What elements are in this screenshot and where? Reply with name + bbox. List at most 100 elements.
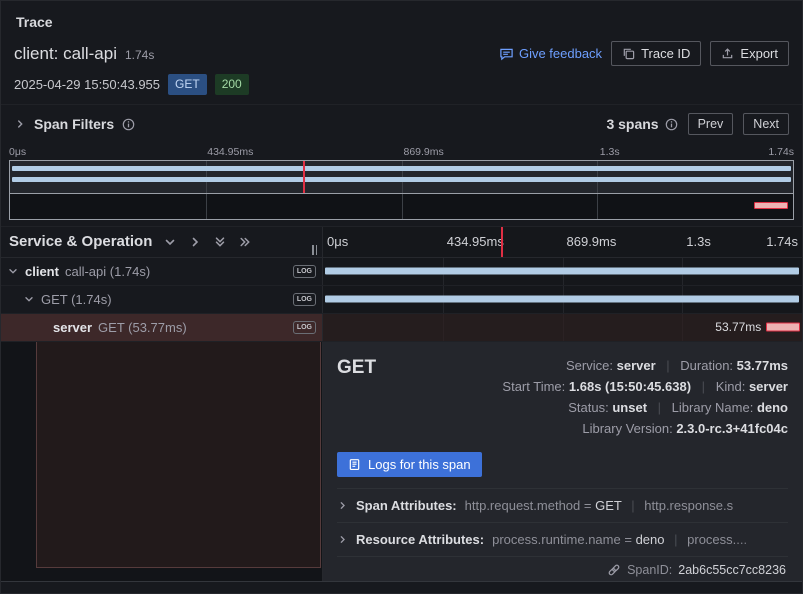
span-bar-client[interactable] bbox=[325, 268, 799, 275]
timeline-cursor[interactable] bbox=[303, 161, 305, 193]
meta-label: Library Name: bbox=[672, 400, 754, 415]
meta-label: Kind: bbox=[716, 379, 746, 394]
resource-attributes-preview: process.runtime.name = deno | process...… bbox=[492, 532, 788, 547]
service-operation-label: Service & Operation bbox=[9, 233, 152, 250]
divider: | bbox=[658, 400, 661, 415]
span-count-label: 3 spans bbox=[606, 116, 658, 132]
export-arrow-icon bbox=[721, 47, 734, 60]
trace-title: client: call-api bbox=[14, 44, 117, 64]
prev-span-button[interactable]: Prev bbox=[688, 113, 734, 135]
trace-id-label: Trace ID bbox=[641, 46, 690, 61]
tick-label: 1.74s bbox=[768, 146, 794, 158]
log-badge[interactable]: LOG bbox=[293, 265, 316, 278]
span-row-get[interactable]: GET (1.74s) LOG bbox=[1, 286, 802, 314]
span-timeline-cell[interactable] bbox=[323, 258, 802, 285]
span-id-label: SpanID: bbox=[627, 563, 672, 577]
tick-label: 434.95ms bbox=[205, 146, 253, 158]
span-id-value: 2ab6c55cc7cc8236 bbox=[678, 563, 786, 577]
chevron-right-icon[interactable] bbox=[188, 235, 202, 249]
status-code-badge: 200 bbox=[215, 74, 249, 95]
span-meta: Service: server | Duration: 53.77ms Star… bbox=[502, 355, 788, 439]
trace-id-button[interactable]: Trace ID bbox=[611, 41, 701, 66]
method-badge: GET bbox=[168, 74, 207, 95]
trace-duration: 1.74s bbox=[125, 48, 154, 62]
meta-value: 2.3.0-rc.3+41fc04c bbox=[676, 421, 788, 436]
export-button[interactable]: Export bbox=[710, 41, 789, 66]
timeline-axis: 0μs 434.95ms 869.9ms 1.3s 1.74s bbox=[323, 227, 802, 257]
column-resize-handle[interactable] bbox=[312, 245, 317, 255]
give-feedback-link[interactable]: Give feedback bbox=[499, 46, 602, 61]
span-bar-server[interactable] bbox=[766, 323, 800, 332]
timeline-cursor[interactable] bbox=[501, 227, 503, 257]
meta-row: Service: server | Duration: 53.77ms bbox=[502, 355, 788, 376]
span-operation: GET (53.77ms) bbox=[98, 320, 187, 335]
span-filters-bar: Span Filters 3 spans Prev Next bbox=[1, 104, 802, 144]
attr-key: http.request.method bbox=[465, 498, 581, 513]
trace-header: client: call-api 1.74s Give feedback Tra… bbox=[1, 34, 802, 68]
log-badge[interactable]: LOG bbox=[293, 293, 316, 306]
logs-document-icon bbox=[348, 458, 361, 471]
minimap-overview[interactable] bbox=[10, 194, 793, 219]
span-attributes-accordion[interactable]: Span Attributes: http.request.method = G… bbox=[337, 488, 788, 522]
tick-label: 869.9ms bbox=[402, 146, 444, 158]
meta-value: 1.68s (15:50:45.638) bbox=[569, 379, 691, 394]
meta-value: server bbox=[617, 358, 656, 373]
link-icon[interactable] bbox=[607, 563, 621, 577]
panel-title: Trace bbox=[1, 1, 802, 34]
selected-span-expansion bbox=[36, 342, 321, 568]
log-badge[interactable]: LOG bbox=[293, 321, 316, 334]
span-attributes-preview: http.request.method = GET | http.respons… bbox=[465, 498, 788, 513]
span-bar-get[interactable] bbox=[325, 296, 799, 303]
attr-equals: = bbox=[584, 498, 592, 513]
span-duration-label: 53.77ms bbox=[715, 320, 761, 334]
meta-label: Duration: bbox=[680, 358, 733, 373]
logs-button-label: Logs for this span bbox=[368, 457, 471, 472]
chevron-right-icon bbox=[337, 500, 348, 511]
chevron-down-icon[interactable] bbox=[163, 235, 177, 249]
meta-label: Start Time: bbox=[502, 379, 565, 394]
meta-row: Status: unset | Library Name: deno bbox=[502, 397, 788, 418]
info-icon[interactable] bbox=[122, 118, 135, 131]
trace-panel: Trace client: call-api 1.74s Give feedba… bbox=[0, 0, 803, 594]
logs-for-span-button[interactable]: Logs for this span bbox=[337, 452, 482, 477]
span-operation: call-api (1.74s) bbox=[65, 264, 150, 279]
span-detail-section: GET Service: server | Duration: 53.77ms … bbox=[1, 342, 802, 582]
span-attributes-label: Span Attributes: bbox=[356, 498, 457, 513]
double-chevron-down-icon[interactable] bbox=[213, 235, 227, 249]
span-details-panel: GET Service: server | Duration: 53.77ms … bbox=[323, 342, 802, 581]
service-operation-header: Service & Operation bbox=[1, 227, 323, 257]
info-icon[interactable] bbox=[665, 118, 678, 131]
chevron-down-icon[interactable] bbox=[7, 265, 19, 277]
double-chevron-right-icon[interactable] bbox=[238, 235, 252, 249]
minimap-chart[interactable] bbox=[9, 160, 794, 220]
span-service: client bbox=[25, 264, 59, 279]
chevron-down-icon[interactable] bbox=[23, 293, 35, 305]
span-timeline-cell[interactable] bbox=[323, 286, 802, 313]
trace-subheader: 2025-04-29 15:50:43.955 GET 200 bbox=[1, 68, 802, 104]
attr-key: http.response.s bbox=[644, 498, 733, 513]
give-feedback-label: Give feedback bbox=[519, 46, 602, 61]
chevron-right-icon bbox=[337, 534, 348, 545]
tick-label: 1.3s bbox=[598, 146, 620, 158]
timeline-minimap[interactable]: 0μs 434.95ms 869.9ms 1.3s 1.74s bbox=[1, 144, 802, 226]
tick-label: 1.74s bbox=[766, 234, 798, 249]
copy-icon bbox=[622, 47, 635, 60]
span-service: server bbox=[53, 320, 92, 335]
span-count: 3 spans bbox=[606, 116, 677, 132]
minimap-span-bar bbox=[12, 177, 790, 182]
meta-value: deno bbox=[757, 400, 788, 415]
minimap-viewport[interactable] bbox=[10, 161, 793, 194]
span-row-client[interactable]: client call-api (1.74s) LOG bbox=[1, 258, 802, 286]
next-span-button[interactable]: Next bbox=[743, 113, 789, 135]
divider: | bbox=[702, 379, 705, 394]
chevron-right-icon bbox=[14, 118, 26, 130]
span-row-server[interactable]: server GET (53.77ms) LOG 53.77ms bbox=[1, 314, 802, 342]
resource-attributes-accordion[interactable]: Resource Attributes: process.runtime.nam… bbox=[337, 522, 788, 556]
span-filters-toggle[interactable]: Span Filters bbox=[14, 116, 135, 132]
span-filters-label: Span Filters bbox=[34, 116, 114, 132]
divider: | bbox=[674, 532, 677, 547]
span-id-footer: SpanID: 2ab6c55cc7cc8236 bbox=[337, 556, 788, 584]
span-timeline-cell[interactable]: 53.77ms bbox=[323, 314, 802, 341]
meta-row: Library Version: 2.3.0-rc.3+41fc04c bbox=[502, 418, 788, 439]
attr-key: process.runtime.name bbox=[492, 532, 621, 547]
